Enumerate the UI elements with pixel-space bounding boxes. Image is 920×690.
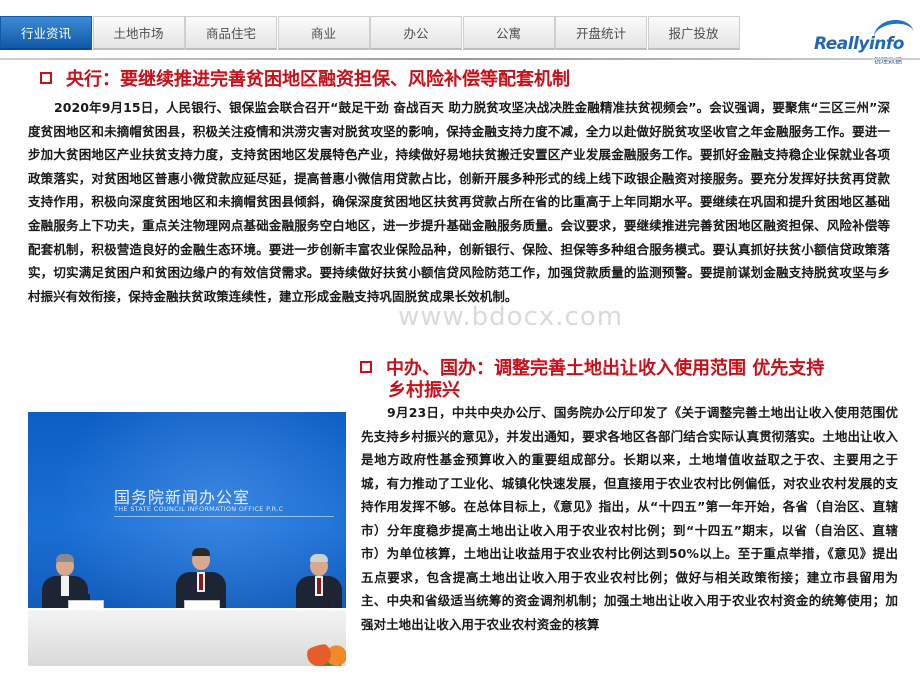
header-divider	[0, 58, 920, 60]
section2-title-line1: 中办、国办：调整完善土地出让收入使用范围 优先支持	[386, 358, 825, 379]
section1-title: 央行：要继续推进完善贫困地区融资担保、风险补偿等配套机制	[66, 69, 570, 90]
square-bullet-icon	[360, 361, 372, 373]
section1-heading: 央行：要继续推进完善贫困地区融资担保、风险补偿等配套机制	[40, 69, 570, 91]
section2-heading: 中办、国办：调整完善土地出让收入使用范围 优先支持 乡村振兴	[360, 358, 900, 402]
tab-opening-stats[interactable]: 开盘统计	[555, 16, 647, 50]
backdrop-rule	[114, 516, 334, 517]
top-nav: 行业资讯 土地市场 商品住宅 商业 办公 公寓 开盘统计 报广投放	[0, 16, 800, 50]
section1-body: 2020年9月15日，人民银行、银保监会联合召开“鼓足干劲 奋战百天 助力脱贫攻…	[28, 100, 890, 304]
tab-industry-news[interactable]: 行业资讯	[0, 16, 92, 50]
conference-table	[28, 610, 346, 666]
tab-apartment[interactable]: 公寓	[462, 16, 555, 50]
tab-residential[interactable]: 商品住宅	[185, 16, 277, 50]
press-conference-photo: 国务院新闻办公室 THE STATE COUNCIL INFORMATION O…	[28, 412, 346, 666]
tab-land-market[interactable]: 土地市场	[92, 16, 185, 50]
section2-title-line2: 乡村振兴	[388, 380, 460, 401]
company-logo: Reallyinfo 锐理数据	[814, 17, 916, 70]
square-bullet-icon	[40, 72, 52, 84]
watermark: www.bdocx.com	[398, 302, 624, 332]
logo-wordmark: Reallyinfo	[814, 34, 905, 54]
tab-office[interactable]: 办公	[370, 16, 462, 50]
tab-commercial[interactable]: 商业	[277, 16, 370, 50]
flower-arrangement	[304, 644, 346, 666]
backdrop-subtitle: THE STATE COUNCIL INFORMATION OFFICE P.R…	[114, 505, 284, 513]
section2-body: 9月23日，中共中央办公厅、国务院办公厅印发了《关于调整完善土地出让收入使用范围…	[361, 405, 898, 632]
tab-ad-placement[interactable]: 报广投放	[647, 16, 740, 50]
